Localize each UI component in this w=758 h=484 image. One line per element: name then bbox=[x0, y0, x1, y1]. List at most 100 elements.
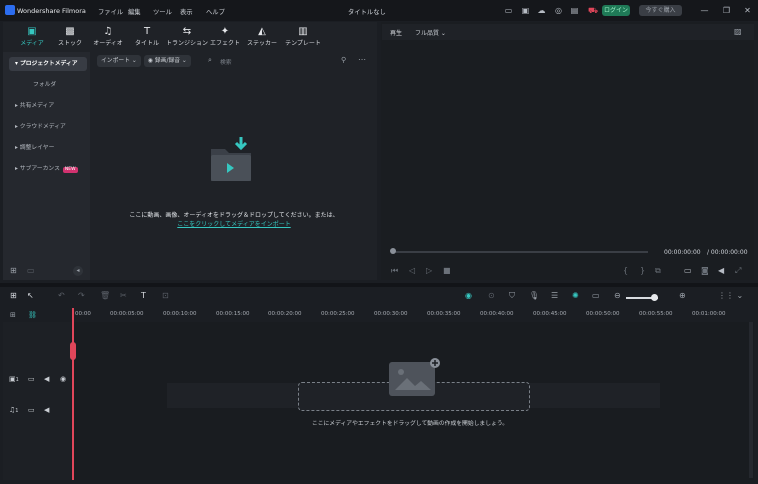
import-folder-icon[interactable] bbox=[205, 135, 257, 185]
new-folder-icon[interactable]: ⊞ bbox=[10, 266, 17, 275]
ruler-label: 00:00:40:00 bbox=[480, 311, 514, 317]
collapse-sidebar-icon[interactable]: ◂ bbox=[73, 266, 83, 276]
sidebar-item-label: クラウドメディア bbox=[19, 124, 66, 130]
stop-icon[interactable]: ■ bbox=[443, 266, 451, 275]
support-icon[interactable]: ◎ bbox=[554, 6, 563, 15]
preview-panel bbox=[381, 22, 754, 280]
video-track-icon: ▣1 bbox=[9, 375, 19, 383]
audio-track-icon: ♫1 bbox=[9, 406, 19, 414]
mark-out-icon[interactable]: } bbox=[640, 266, 645, 275]
export-frame-icon[interactable]: ⧉ bbox=[655, 266, 661, 276]
progress-knob[interactable] bbox=[390, 248, 396, 254]
tab-title[interactable]: T タイトル bbox=[128, 26, 166, 50]
delete-icon[interactable]: 🗑 bbox=[100, 291, 110, 300]
render-icon[interactable]: ◉ bbox=[465, 291, 472, 300]
more-options-icon[interactable]: ⋮⋮ ⌄ bbox=[718, 291, 743, 300]
volume-icon[interactable]: ◀ bbox=[718, 266, 724, 275]
ruler-label: 00:00:50:00 bbox=[586, 311, 620, 317]
tab-effect[interactable]: ✦ エフェクト bbox=[206, 26, 244, 50]
play-icon[interactable]: ▷ bbox=[426, 266, 432, 275]
split-icon[interactable]: ✂ bbox=[120, 291, 127, 300]
sidebar-item-shared-media[interactable]: ▸ 共有メディア bbox=[9, 99, 87, 113]
sticker-icon: ◭ bbox=[258, 26, 266, 37]
select-tool-icon[interactable]: ↖ bbox=[27, 291, 34, 300]
record-dropdown[interactable]: ◉ 録画/録音 ⌄ bbox=[144, 55, 191, 67]
layout-icon[interactable]: ▭ bbox=[504, 6, 513, 15]
crop-icon[interactable]: ⊡ bbox=[162, 291, 169, 300]
more-icon[interactable]: ⋯ bbox=[358, 55, 366, 64]
tab-label: タイトル bbox=[134, 40, 159, 47]
sidebar-item-project-media[interactable]: ▾ プロジェクトメディア bbox=[9, 57, 87, 71]
link-icon[interactable]: ⛓ bbox=[28, 311, 37, 319]
tab-play[interactable]: 再生 bbox=[390, 28, 402, 37]
close-icon[interactable]: ✕ bbox=[743, 6, 752, 15]
text-tool-icon[interactable]: T bbox=[141, 291, 146, 300]
shield-icon[interactable]: ⛉ bbox=[509, 291, 515, 301]
tab-stock[interactable]: ▩ ストック bbox=[51, 26, 89, 50]
list-icon[interactable]: ☰ bbox=[551, 291, 558, 300]
preview-progress-bar[interactable] bbox=[392, 251, 648, 253]
mic-icon[interactable]: 🎙 bbox=[529, 291, 539, 300]
tab-transition[interactable]: ⇆ トランジション bbox=[164, 26, 210, 50]
zoom-slider-knob[interactable] bbox=[651, 294, 658, 301]
fullscreen-icon[interactable]: ⤢ bbox=[735, 266, 741, 276]
panel-divider[interactable] bbox=[0, 283, 758, 287]
audio-mute-icon[interactable]: ◀ bbox=[44, 406, 49, 414]
tab-media[interactable]: ▣ メディア bbox=[13, 26, 51, 50]
motion-icon[interactable]: ⊙ bbox=[488, 291, 495, 300]
add-track-icon[interactable]: ⊞ bbox=[10, 311, 16, 319]
tab-sticker[interactable]: ◭ ステッカー bbox=[243, 26, 281, 50]
eye-icon[interactable]: ◉ bbox=[60, 375, 66, 383]
ai-icon[interactable]: ✺ bbox=[572, 291, 579, 300]
playhead[interactable] bbox=[72, 308, 74, 480]
snapshot-icon[interactable]: ▨ bbox=[734, 27, 742, 36]
buy-button[interactable]: 今すぐ購入 bbox=[639, 5, 682, 16]
ruler-label: 00:00:45:00 bbox=[533, 311, 567, 317]
add-media-icon[interactable] bbox=[387, 356, 443, 398]
layout-grid-icon[interactable]: ⊞ bbox=[10, 291, 17, 300]
sidebar-item-adjustment-layer[interactable]: ▸ 調整レイヤー bbox=[9, 141, 87, 155]
playhead-handle[interactable] bbox=[70, 342, 76, 360]
mute-icon[interactable]: ◀ bbox=[44, 375, 49, 383]
import-media-link[interactable]: ここをクリックしてメディアをインポート bbox=[92, 219, 376, 228]
redo-icon[interactable]: ↷ bbox=[78, 291, 85, 300]
monitor-icon[interactable]: ▭ bbox=[684, 266, 692, 275]
menu-view[interactable]: 表示 bbox=[180, 7, 193, 16]
timeline-scrollbar[interactable] bbox=[749, 322, 753, 478]
undo-icon[interactable]: ↶ bbox=[58, 291, 65, 300]
subtitle-icon[interactable]: ▭ bbox=[592, 291, 600, 300]
search-input[interactable]: 検索 bbox=[220, 57, 232, 66]
prev-frame-icon[interactable]: ⏮ bbox=[391, 266, 398, 276]
menu-tools[interactable]: ツール bbox=[153, 7, 172, 16]
quality-dropdown[interactable]: フル品質 ⌄ bbox=[415, 28, 446, 37]
cart-icon[interactable]: ⛟ bbox=[588, 6, 598, 15]
menu-edit[interactable]: 編集 bbox=[128, 7, 141, 16]
menu-help[interactable]: ヘルプ bbox=[206, 7, 225, 16]
filter-icon[interactable]: ⚲ bbox=[341, 56, 346, 64]
login-button[interactable]: ログイン bbox=[602, 5, 630, 16]
minimize-icon[interactable]: — bbox=[700, 6, 709, 15]
zoom-in-icon[interactable]: ⊕ bbox=[679, 291, 686, 300]
audio-icon: ♫ bbox=[103, 26, 113, 37]
play-back-icon[interactable]: ◁ bbox=[409, 266, 415, 275]
app-name: Wondershare Filmora bbox=[17, 7, 86, 15]
sidebar-item-folder[interactable]: フォルダ bbox=[9, 78, 105, 92]
zoom-out-icon[interactable]: ⊖ bbox=[614, 291, 621, 300]
folder-track-icon[interactable]: ▭ bbox=[28, 375, 35, 383]
folder-icon[interactable]: ▭ bbox=[27, 266, 35, 275]
tab-audio[interactable]: ♫ オーディオ bbox=[89, 26, 127, 50]
cloud-icon[interactable]: ☁ bbox=[537, 6, 546, 15]
mark-in-icon[interactable]: { bbox=[623, 266, 628, 275]
maximize-icon[interactable]: ❐ bbox=[722, 6, 731, 15]
import-dropdown[interactable]: インポート ⌄ bbox=[97, 55, 141, 67]
save-icon[interactable]: ▣ bbox=[521, 6, 530, 15]
tab-label: テンプレート bbox=[285, 40, 321, 47]
gift-icon[interactable]: ▤ bbox=[570, 6, 579, 15]
tab-template[interactable]: ▥ テンプレート bbox=[282, 26, 324, 50]
camera-icon[interactable]: ◙ bbox=[701, 266, 709, 275]
ruler-label: 00:00:10:00 bbox=[163, 311, 197, 317]
sidebar-item-subaccount[interactable]: ▸ サブアーカンス NEW bbox=[9, 162, 87, 176]
menu-file[interactable]: ファイル bbox=[98, 7, 123, 16]
folder-track-icon[interactable]: ▭ bbox=[28, 406, 35, 414]
sidebar-item-cloud-media[interactable]: ▸ クラウドメディア bbox=[9, 120, 87, 134]
